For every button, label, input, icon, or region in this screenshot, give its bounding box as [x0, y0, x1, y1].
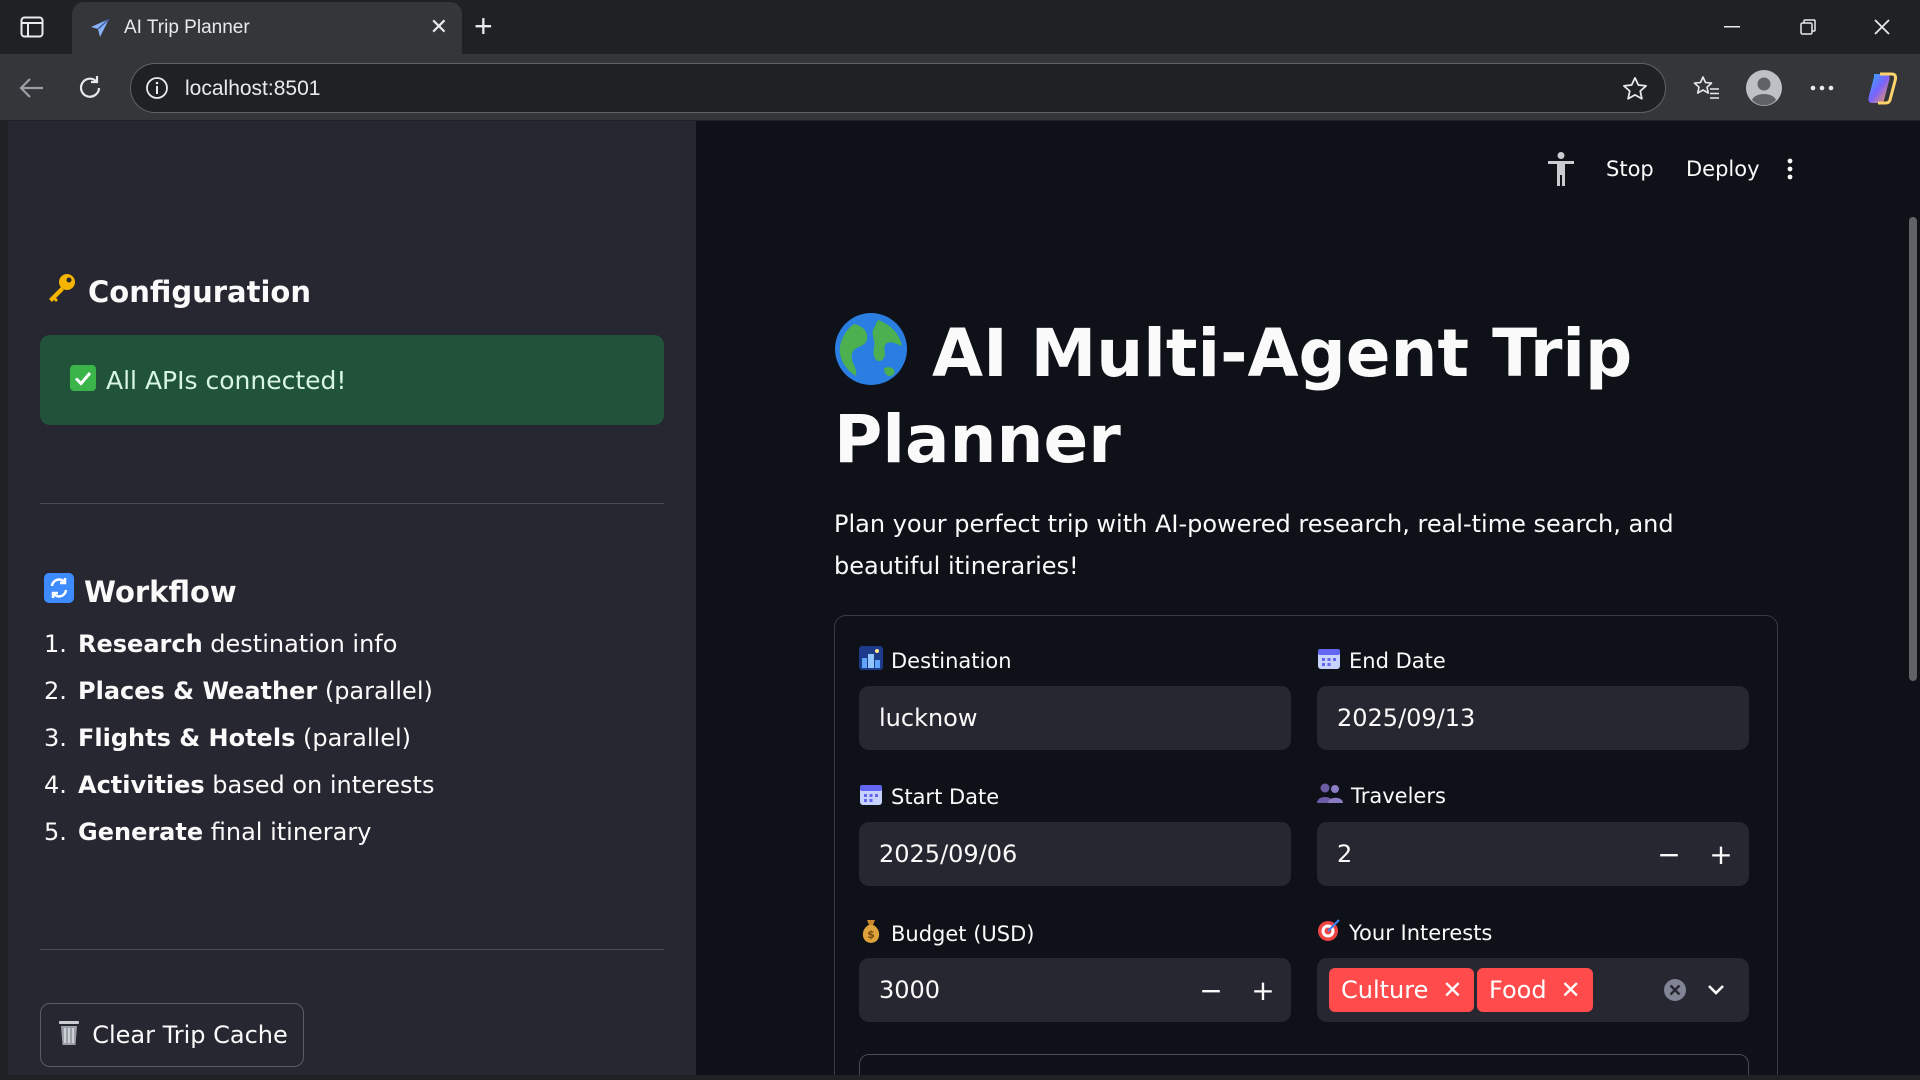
svg-text:$: $	[867, 928, 875, 941]
favorites-icon[interactable]	[1686, 68, 1726, 108]
main-content: Stop Deploy AI Multi-Agent Trip Planner …	[696, 121, 1920, 1075]
calendar-icon	[1317, 646, 1341, 675]
start-date-input[interactable]: 2025/09/06	[859, 822, 1291, 886]
remove-chip-icon[interactable]: ✕	[1442, 976, 1462, 1004]
accessibility-icon[interactable]	[1544, 149, 1578, 189]
end-date-input[interactable]: 2025/09/13	[1317, 686, 1749, 750]
bookmark-star-icon[interactable]	[1621, 75, 1649, 108]
list-item: 5. Generate final itinerary	[44, 818, 372, 846]
browser-tab[interactable]: AI Trip Planner ✕	[72, 2, 462, 54]
new-tab-icon[interactable]: +	[474, 8, 493, 44]
clear-trip-cache-label: Clear Trip Cache	[92, 1021, 288, 1049]
scrollbar[interactable]	[1904, 121, 1920, 1075]
destination-input[interactable]: lucknow	[859, 686, 1291, 750]
people-icon	[1317, 782, 1343, 809]
configuration-heading: Configuration	[44, 271, 311, 312]
list-item: 3. Flights & Hotels (parallel)	[44, 724, 411, 752]
decrement-icon[interactable]: −	[1185, 958, 1237, 1022]
chevron-down-icon[interactable]	[1705, 978, 1727, 1006]
browser-tab-bar: AI Trip Planner ✕ +	[0, 0, 1920, 54]
workflow-heading-text: Workflow	[84, 574, 237, 609]
close-tab-icon[interactable]: ✕	[430, 15, 448, 39]
tab-title: AI Trip Planner	[124, 17, 250, 38]
interests-label: Your Interests	[1317, 918, 1492, 947]
tab-actions-icon[interactable]	[14, 10, 50, 44]
travelers-label: Travelers	[1317, 782, 1446, 809]
airplane-favicon-icon	[88, 16, 112, 40]
end-date-label: End Date	[1317, 646, 1446, 675]
close-window-icon[interactable]	[1852, 8, 1912, 46]
url-text: localhost:8501	[185, 77, 321, 100]
configuration-heading-text: Configuration	[88, 274, 311, 309]
cycle-arrows-icon	[44, 573, 74, 610]
target-icon	[1317, 918, 1341, 947]
divider	[40, 949, 664, 950]
decrement-icon[interactable]: −	[1643, 822, 1695, 886]
globe-icon	[834, 312, 908, 386]
main-menu-icon[interactable]	[1778, 149, 1802, 189]
submit-button[interactable]	[859, 1054, 1749, 1075]
stop-button[interactable]: Stop	[1606, 149, 1654, 189]
list-item: 2. Places & Weather (parallel)	[44, 677, 433, 705]
remove-chip-icon[interactable]: ✕	[1561, 976, 1581, 1004]
workflow-steps-list: 1. Research destination info 2. Places & W…	[44, 625, 434, 860]
clear-all-icon[interactable]	[1663, 978, 1687, 1008]
trip-form: Destination lucknow End Date 2025/09/13 …	[834, 615, 1778, 1075]
budget-label: $ Budget (USD)	[859, 918, 1034, 949]
reload-icon[interactable]	[70, 68, 110, 108]
start-date-label: Start Date	[859, 782, 999, 811]
deploy-button[interactable]: Deploy	[1686, 149, 1760, 189]
wastebasket-icon	[56, 1018, 82, 1052]
minimize-icon[interactable]	[1702, 8, 1762, 46]
list-item: 4. Activities based on interests	[44, 771, 435, 799]
city-night-icon	[859, 646, 883, 675]
address-bar[interactable]: localhost:8501	[130, 63, 1666, 113]
site-info-icon[interactable]	[145, 76, 169, 105]
page-title-text: AI Multi-Agent Trip Planner	[834, 315, 1633, 478]
sidebar: Configuration All APIs connected! Workfl…	[8, 121, 696, 1075]
increment-icon[interactable]: +	[1237, 958, 1289, 1022]
clear-trip-cache-button[interactable]: Clear Trip Cache	[40, 1003, 304, 1067]
more-options-icon[interactable]	[1802, 68, 1842, 108]
key-icon	[44, 271, 78, 312]
interests-multiselect[interactable]: Culture ✕ Food ✕	[1317, 958, 1749, 1022]
restore-icon[interactable]	[1778, 8, 1838, 46]
back-icon[interactable]	[12, 68, 52, 108]
interest-chip[interactable]: Culture ✕	[1329, 968, 1475, 1012]
travelers-number-input[interactable]: 2 − +	[1317, 822, 1749, 886]
check-mark-icon	[70, 364, 96, 396]
destination-label: Destination	[859, 646, 1012, 675]
api-status-text: All APIs connected!	[106, 365, 347, 395]
divider	[40, 503, 664, 504]
calendar-icon	[859, 782, 883, 811]
list-item: 1. Research destination info	[44, 630, 398, 658]
page-title: AI Multi-Agent Trip Planner	[834, 311, 1714, 483]
streamlit-page: Configuration All APIs connected! Workfl…	[8, 121, 1920, 1075]
money-bag-icon: $	[859, 918, 883, 949]
increment-icon[interactable]: +	[1695, 822, 1747, 886]
app-header-actions: Stop Deploy	[1520, 149, 1920, 189]
browser-toolbar: localhost:8501	[0, 54, 1920, 120]
scrollbar-thumb[interactable]	[1909, 217, 1917, 681]
workflow-heading: Workflow	[44, 573, 237, 610]
copilot-icon[interactable]	[1862, 68, 1902, 108]
interest-chip[interactable]: Food ✕	[1477, 968, 1593, 1012]
api-status-alert: All APIs connected!	[40, 335, 664, 425]
profile-avatar-icon[interactable]	[1744, 68, 1784, 108]
budget-number-input[interactable]: 3000 − +	[859, 958, 1291, 1022]
page-subtitle: Plan your perfect trip with AI-powered r…	[834, 510, 1674, 580]
